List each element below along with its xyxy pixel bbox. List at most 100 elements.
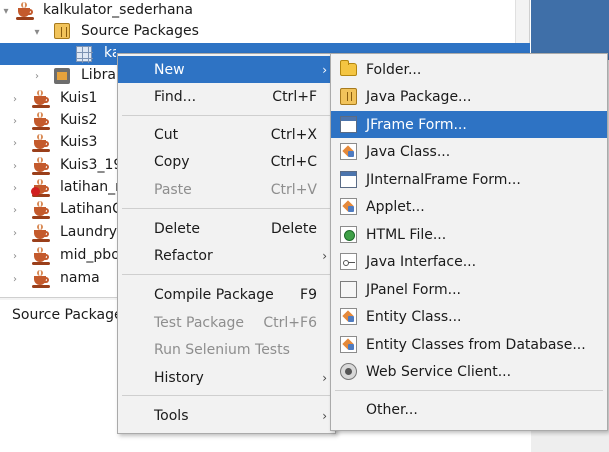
- submenu-arrow-icon: ›: [322, 370, 327, 385]
- submenu-arrow-icon: ›: [322, 248, 327, 263]
- expand-toggle-icon[interactable]: ›: [9, 115, 21, 127]
- menu-item-label: Cut: [154, 126, 179, 143]
- menu-item-history[interactable]: History ›: [118, 364, 335, 391]
- menu-shortcut: Ctrl+F: [272, 88, 317, 105]
- menu-item-label: Refactor: [154, 247, 213, 264]
- expand-toggle-icon[interactable]: ›: [9, 204, 21, 216]
- jpanel-form-icon: [340, 281, 357, 298]
- menu-item-label: Test Package: [154, 314, 245, 331]
- expand-toggle-icon[interactable]: ›: [9, 250, 21, 262]
- menu-shortcut: Ctrl+C: [270, 153, 317, 170]
- menu-item-test-package: Test Package Ctrl+F6: [118, 309, 335, 336]
- java-interface-icon: [340, 253, 357, 270]
- expand-toggle-icon[interactable]: ›: [31, 70, 43, 82]
- submenu-item-label: Entity Class...: [366, 308, 462, 325]
- menu-separator: [122, 208, 331, 209]
- submenu-item-label: JInternalFrame Form...: [366, 171, 521, 188]
- web-service-client-icon: [340, 363, 357, 380]
- menu-item-label: Run Selenium Tests: [154, 341, 290, 358]
- tree-node-label: mid_pbo: [60, 247, 120, 263]
- submenu-item-html-file[interactable]: HTML File...: [331, 221, 607, 248]
- expand-toggle-icon[interactable]: ▾: [31, 26, 43, 38]
- menu-item-label: Find...: [154, 88, 197, 105]
- expand-toggle-icon[interactable]: ›: [9, 137, 21, 149]
- menu-separator: [335, 390, 603, 391]
- project-icon: [32, 224, 50, 242]
- menu-shortcut: Ctrl+V: [270, 181, 317, 198]
- new-submenu: Folder... Java Package... JFrame Form...…: [330, 53, 608, 431]
- submenu-item-applet[interactable]: Applet...: [331, 193, 607, 220]
- project-error-icon: [31, 179, 50, 197]
- menu-separator: [122, 395, 331, 396]
- submenu-item-entity-classes-from-database[interactable]: Entity Classes from Database...: [331, 331, 607, 358]
- menu-item-find[interactable]: Find... Ctrl+F: [118, 83, 335, 110]
- menu-shortcut: Delete: [271, 220, 317, 237]
- submenu-item-java-class[interactable]: Java Class...: [331, 138, 607, 165]
- menu-separator: [122, 115, 331, 116]
- expand-toggle-icon[interactable]: ›: [9, 227, 21, 239]
- submenu-item-java-interface[interactable]: Java Interface...: [331, 248, 607, 275]
- project-icon: [32, 247, 50, 265]
- menu-item-new[interactable]: New ›: [118, 56, 335, 83]
- project-icon: [32, 201, 50, 219]
- menu-item-label: Delete: [154, 220, 200, 237]
- submenu-item-label: JPanel Form...: [366, 281, 461, 298]
- expand-toggle-icon[interactable]: ›: [9, 182, 21, 194]
- menu-separator: [122, 274, 331, 275]
- tree-node-label: Kuis3: [60, 134, 98, 150]
- submenu-item-other[interactable]: Other...: [331, 396, 607, 423]
- submenu-item-jframe-form[interactable]: JFrame Form...: [331, 111, 607, 138]
- java-package-icon: [340, 88, 357, 105]
- submenu-item-entity-class[interactable]: Entity Class...: [331, 303, 607, 330]
- menu-item-compile-package[interactable]: Compile Package F9: [118, 281, 335, 308]
- expand-toggle-icon[interactable]: ▾: [0, 5, 12, 17]
- project-icon: [32, 90, 50, 108]
- menu-item-delete[interactable]: Delete Delete: [118, 215, 335, 242]
- project-icon: [32, 134, 50, 152]
- expand-toggle-icon[interactable]: ›: [9, 160, 21, 172]
- tree-node-source-packages[interactable]: ▾ Source Packages: [0, 21, 530, 43]
- submenu-item-folder[interactable]: Folder...: [331, 56, 607, 83]
- editor-header: [531, 0, 609, 60]
- package-icon: [76, 46, 93, 63]
- applet-icon: [340, 198, 357, 215]
- context-menu: New › Find... Ctrl+F Cut Ctrl+X Copy Ctr…: [117, 53, 336, 434]
- tree-node-label: Kuis2: [60, 112, 98, 128]
- expand-toggle-icon[interactable]: ›: [9, 273, 21, 285]
- java-class-icon: [340, 143, 357, 160]
- submenu-item-label: Java Package...: [366, 88, 472, 105]
- tree-node-kalkulator-sederhana[interactable]: ▾ kalkulator_sederhana: [0, 0, 530, 22]
- submenu-item-label: Other...: [366, 401, 418, 418]
- menu-shortcut: F9: [300, 286, 317, 303]
- submenu-arrow-icon: ›: [322, 408, 327, 423]
- submenu-item-web-service-client[interactable]: Web Service Client...: [331, 358, 607, 385]
- menu-item-refactor[interactable]: Refactor ›: [118, 242, 335, 269]
- source-packages-icon: [54, 23, 70, 39]
- menu-item-cut[interactable]: Cut Ctrl+X: [118, 121, 335, 148]
- jframe-form-icon: [340, 116, 357, 133]
- submenu-item-java-package[interactable]: Java Package...: [331, 83, 607, 110]
- submenu-arrow-icon: ›: [322, 62, 327, 77]
- menu-shortcut: Ctrl+X: [270, 126, 317, 143]
- expand-toggle-icon[interactable]: ›: [9, 93, 21, 105]
- menu-item-label: History: [154, 369, 204, 386]
- project-icon: [32, 112, 50, 130]
- submenu-item-jpanel-form[interactable]: JPanel Form...: [331, 276, 607, 303]
- menu-item-run-selenium-tests: Run Selenium Tests: [118, 336, 335, 363]
- submenu-item-label: Entity Classes from Database...: [366, 336, 586, 353]
- submenu-item-label: Applet...: [366, 198, 425, 215]
- tab-source-packages[interactable]: Source Packages: [0, 300, 120, 331]
- submenu-item-label: Java Interface...: [366, 253, 477, 270]
- menu-item-paste: Paste Ctrl+V: [118, 176, 335, 203]
- menu-item-copy[interactable]: Copy Ctrl+C: [118, 148, 335, 175]
- submenu-item-jinternalframe-form[interactable]: JInternalFrame Form...: [331, 166, 607, 193]
- submenu-item-label: Web Service Client...: [366, 363, 512, 380]
- menu-shortcut: Ctrl+F6: [263, 314, 317, 331]
- folder-icon: [340, 60, 357, 76]
- tree-node-label: LatihanC: [60, 201, 122, 217]
- project-icon: [32, 270, 50, 288]
- menu-item-tools[interactable]: Tools ›: [118, 402, 335, 429]
- submenu-item-label: JFrame Form...: [366, 116, 467, 133]
- tree-node-label: kalkulator_sederhana: [104, 45, 116, 61]
- submenu-item-label: HTML File...: [366, 226, 447, 243]
